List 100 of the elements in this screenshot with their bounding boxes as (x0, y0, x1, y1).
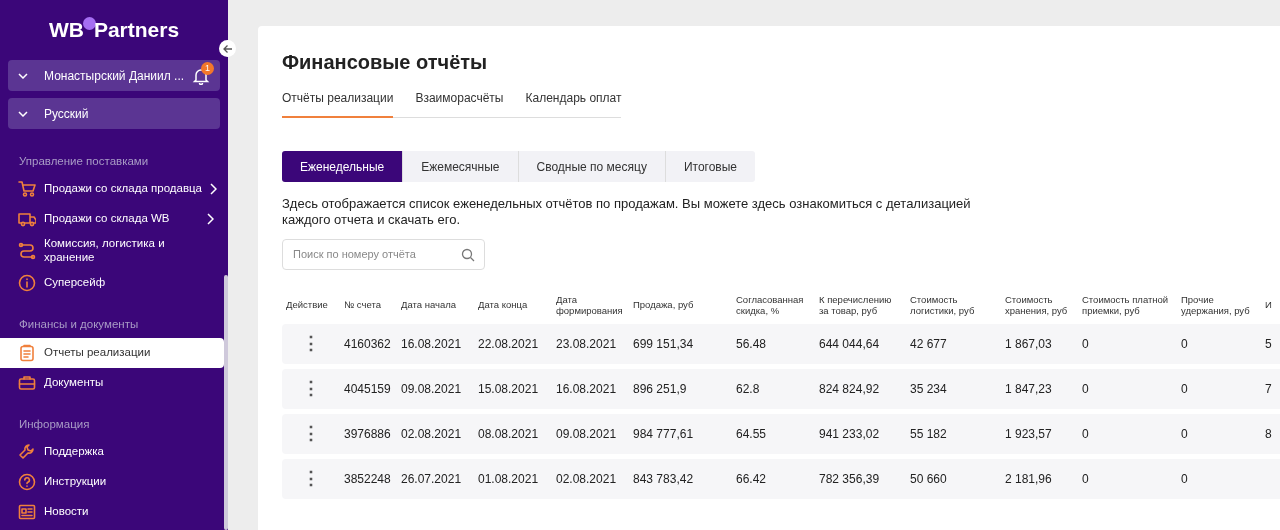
column-header: Дата формирования (555, 293, 624, 318)
sidebar-item[interactable]: Поддержка (0, 436, 224, 467)
table-cell: 35 234 (910, 382, 947, 397)
table-cell: 26.07.2021 (401, 472, 462, 487)
column-header: Стоимость логистики, руб (909, 293, 976, 318)
route-icon (18, 242, 36, 261)
segment-button[interactable]: Итоговые (665, 151, 756, 182)
clipboard-icon (18, 343, 36, 362)
table-cell: 644 044,64 (819, 337, 880, 352)
sidebar-item[interactable]: Комиссия, логистика и хранение (0, 234, 224, 269)
column-header: № счета (343, 298, 382, 313)
table-cell: 0 (1082, 382, 1089, 397)
table-cell: 09.08.2021 (556, 427, 617, 442)
description-text: Здесь отображается список еженедельных отчётов по продажам. Вы можете здесь ознакомиться с детализацией каждого отчета и скачать его. (282, 196, 972, 229)
table-cell: 4160362 (344, 337, 391, 352)
column-header: Действие (285, 298, 329, 313)
table-cell: 64.55 (736, 427, 767, 442)
table-cell: 896 251,9 (633, 382, 687, 397)
table-cell: 02.08.2021 (401, 427, 462, 442)
table-cell: 16.08.2021 (401, 337, 462, 352)
section-heading: Финансы и документы (18, 317, 140, 333)
segment-button[interactable]: Еженедельные (282, 151, 404, 182)
table-cell: 0 (1181, 427, 1188, 442)
sidebar-item[interactable]: Продажи со склада продавца (0, 174, 224, 205)
table-cell: 782 356,39 (819, 472, 880, 487)
column-header: Дата начала (400, 298, 458, 313)
column-header: Продажа, руб (632, 298, 695, 313)
table-cell: 2 181,96 (1005, 472, 1052, 487)
more-button[interactable]: ⋮ (302, 379, 320, 398)
table-cell: 66.42 (736, 472, 767, 487)
collapse-button[interactable] (219, 40, 236, 57)
table-cell: 7 (1265, 382, 1272, 397)
bell-icon (192, 66, 210, 85)
truck-icon (18, 210, 36, 229)
table-cell: 1 923,57 (1005, 427, 1052, 442)
table-cell: 16.08.2021 (556, 382, 617, 397)
tab[interactable]: Отчёты реализации (282, 89, 394, 118)
table-cell: 62.8 (736, 382, 760, 397)
more-button[interactable]: ⋮ (302, 334, 320, 353)
column-header: Стоимость хранения, руб (1004, 293, 1069, 318)
sidebar-item[interactable]: Продажи со склада WB (0, 204, 224, 235)
table-cell: 0 (1181, 337, 1188, 352)
tab[interactable]: Календарь оплат (525, 89, 622, 118)
table-cell: 0 (1181, 382, 1188, 397)
table-cell: 824 824,92 (819, 382, 880, 397)
scrollbar[interactable] (224, 275, 228, 530)
table-cell: 02.08.2021 (556, 472, 617, 487)
sidebar-item[interactable]: Отчеты реализации (0, 337, 224, 368)
more-button[interactable]: ⋮ (302, 424, 320, 443)
table-cell: 3852248 (344, 472, 391, 487)
table-cell: 42 677 (910, 337, 947, 352)
table-cell: 50 660 (910, 472, 947, 487)
table-cell: 08.08.2021 (478, 427, 539, 442)
wrench-icon (18, 442, 36, 461)
question-icon (18, 472, 36, 491)
search-field[interactable]: Поиск по номеру отчёта (282, 238, 485, 270)
sidebar-item[interactable]: Новости (0, 496, 224, 527)
table-cell: 5 (1265, 337, 1272, 352)
more-button[interactable]: ⋮ (302, 469, 320, 488)
logo: WB Partners (47, 16, 181, 44)
cart-icon (18, 180, 36, 199)
table-cell: 15.08.2021 (478, 382, 539, 397)
page-title: Финансовые отчёты (282, 50, 489, 74)
table-cell: 23.08.2021 (556, 337, 617, 352)
table-cell: 0 (1082, 472, 1089, 487)
table-cell: 55 182 (910, 427, 947, 442)
table-cell: 0 (1082, 427, 1089, 442)
chevron-down-icon (18, 72, 28, 79)
section-heading: Управление поставками (18, 154, 150, 169)
tab[interactable]: Взаиморасчёты (415, 89, 504, 118)
column-header: К перечислению за товар, руб (818, 293, 893, 318)
table-cell: 56.48 (736, 337, 767, 352)
table-cell: 699 151,34 (633, 337, 694, 352)
sidebar-item[interactable]: Документы (0, 367, 224, 398)
language-dropdown[interactable]: Русский (8, 98, 220, 129)
newspaper-icon (18, 502, 36, 521)
column-header: Стоимость платной приемки, руб (1081, 293, 1170, 318)
table-cell: 843 783,42 (633, 472, 694, 487)
table-cell: 8 (1265, 427, 1272, 442)
segment-button[interactable]: Ежемесячные (403, 151, 519, 182)
chevron-down-icon (18, 110, 28, 117)
column-header: И (1264, 298, 1273, 313)
table-cell: 984 777,61 (633, 427, 694, 442)
briefcase-icon (18, 373, 36, 392)
table-cell: 941 233,02 (819, 427, 880, 442)
table-cell: 1 867,03 (1005, 337, 1052, 352)
column-header: Согласованная скидка, % (735, 293, 805, 318)
table-cell: 1 847,23 (1005, 382, 1052, 397)
notification-badge: 1 (201, 62, 214, 75)
arrow-left-icon (222, 43, 233, 54)
table-cell: 09.08.2021 (401, 382, 462, 397)
segment-button[interactable]: Сводные по месяцу (518, 151, 666, 182)
table-cell: 4045159 (344, 382, 391, 397)
sidebar-item[interactable]: Инструкции (0, 466, 224, 497)
table-cell: 01.08.2021 (478, 472, 539, 487)
info-icon (18, 274, 36, 293)
search-icon (461, 247, 475, 262)
section-heading: Информация (18, 416, 91, 432)
account-dropdown[interactable]: Монастырский Даниил ... 1 (8, 60, 220, 91)
sidebar-item[interactable]: Суперсейф (0, 268, 224, 299)
